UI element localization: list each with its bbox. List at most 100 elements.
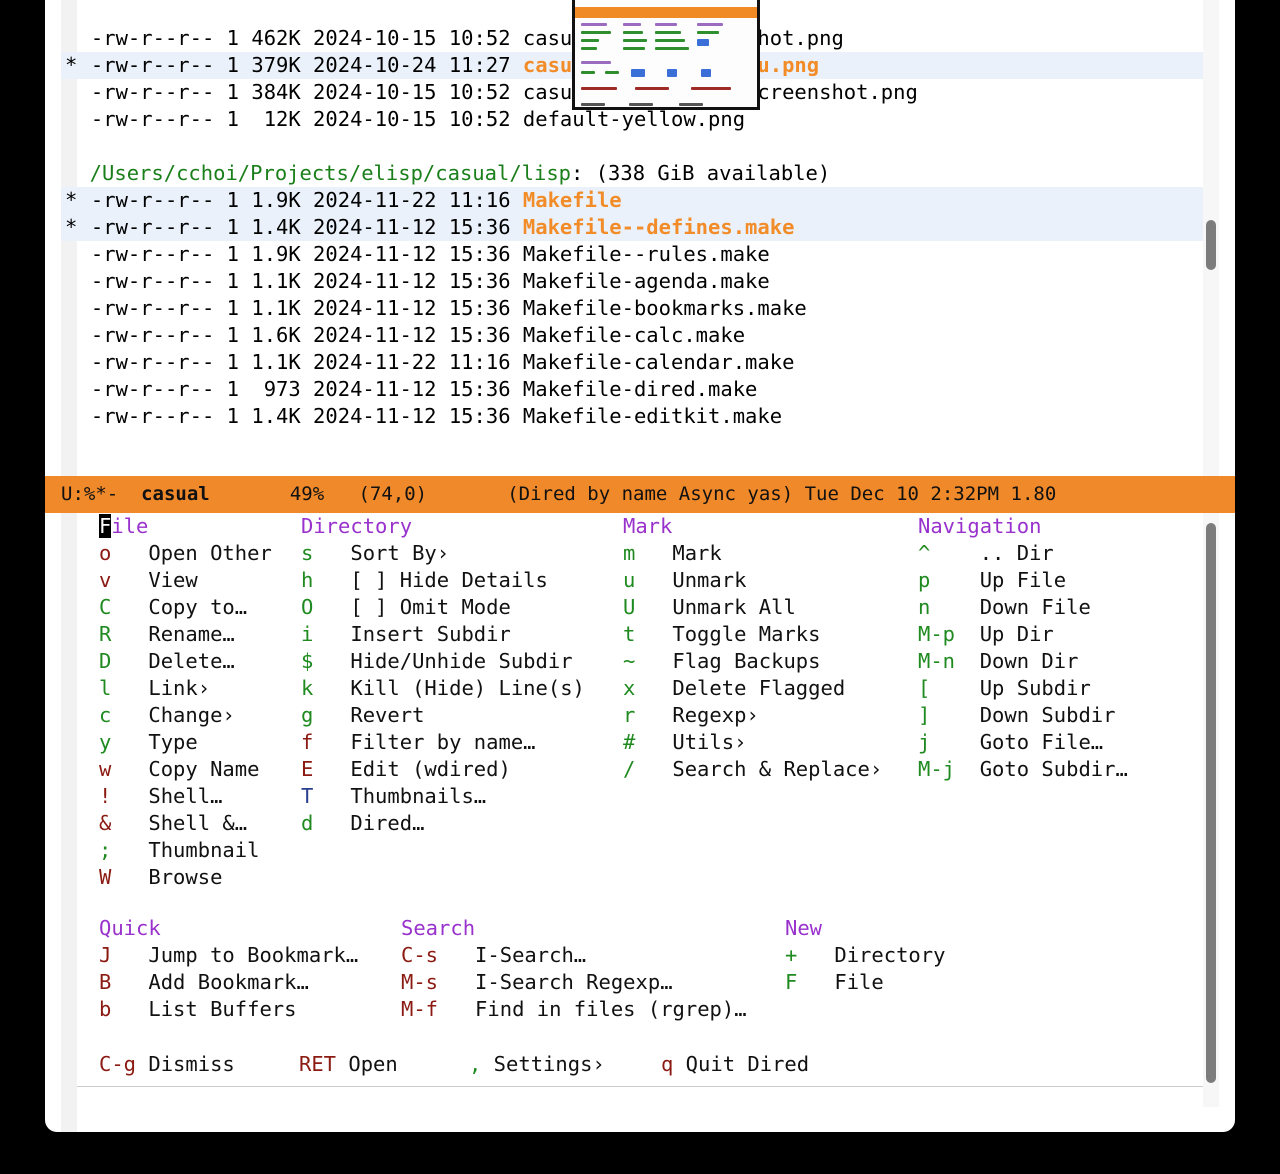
menu-item[interactable]: $ Hide/Unhide Subdir (301, 648, 573, 675)
dired-row[interactable]: -rw-r--r-- 1 1.1K 2024-11-12 15:36 Makef… (61, 295, 1219, 322)
menu-item[interactable]: t Toggle Marks (623, 621, 820, 648)
menu-item[interactable]: o Open Other (99, 540, 272, 567)
menu-item-key: ^ (918, 541, 968, 565)
dired-mark: * (65, 53, 78, 77)
menu-item[interactable]: n Down File (918, 594, 1091, 621)
menu-footer-item[interactable]: q Quit Dired (661, 1051, 809, 1078)
menu-item-key: M-s (401, 970, 463, 994)
dired-blank-line (61, 133, 1219, 160)
menu-item[interactable]: / Search & Replace› (623, 756, 882, 783)
menu-item[interactable]: M-s I-Search Regexp… (401, 969, 673, 996)
dired-file-name[interactable]: Makefile-calendar.make (523, 350, 795, 374)
menu-item[interactable]: M-n Down Dir (918, 648, 1078, 675)
menu-item[interactable]: W Browse (99, 864, 222, 891)
dired-file-name[interactable]: Makefile (523, 188, 622, 212)
menu-item[interactable]: U Unmark All (623, 594, 796, 621)
dired-scrollbar-track[interactable] (1203, 0, 1219, 476)
menu-item-label: Mark (660, 541, 722, 565)
menu-item[interactable]: ^ .. Dir (918, 540, 1054, 567)
menu-footer-item[interactable]: C-g Dismiss (99, 1051, 235, 1078)
menu-item-label: [ ] Hide Details (338, 568, 548, 592)
menu-item[interactable]: x Delete Flagged (623, 675, 845, 702)
menu-item[interactable]: u Unmark (623, 567, 746, 594)
menu-item[interactable]: R Rename… (99, 621, 235, 648)
dired-file-meta: -rw-r--r-- 1 1.9K 2024-11-22 11:16 (78, 188, 523, 212)
menu-item[interactable]: + Directory (785, 942, 945, 969)
menu-item[interactable]: ! Shell… (99, 783, 222, 810)
menu-footer-item[interactable]: , Settings› (469, 1051, 605, 1078)
dired-buffer[interactable]: -rw-r--r-- 1 462K 2024-10-15 10:52 casua… (61, 0, 1219, 498)
menu-item[interactable]: y Type (99, 729, 198, 756)
dired-row[interactable]: -rw-r--r-- 1 1.1K 2024-11-12 15:36 Makef… (61, 268, 1219, 295)
dired-mark (65, 349, 79, 376)
menu-item[interactable]: f Filter by name… (301, 729, 536, 756)
dired-row[interactable]: * -rw-r--r-- 1 1.4K 2024-11-12 15:36 Mak… (61, 214, 1219, 241)
menu-item[interactable]: v View (99, 567, 198, 594)
menu-item[interactable]: M-j Goto Subdir… (918, 756, 1128, 783)
menu-item-key: C (99, 595, 137, 619)
menu-item[interactable]: M-p Up Dir (918, 621, 1054, 648)
menu-item[interactable]: c Change› (99, 702, 235, 729)
menu-scrollbar-track[interactable] (1203, 513, 1219, 1107)
menu-item[interactable]: b List Buffers (99, 996, 296, 1023)
dired-scrollbar-thumb[interactable] (1206, 220, 1216, 270)
menu-item[interactable]: E Edit (wdired) (301, 756, 511, 783)
menu-item[interactable]: m Mark (623, 540, 722, 567)
menu-item[interactable]: d Dired… (301, 810, 424, 837)
menu-item-key: ; (99, 838, 137, 862)
dired-file-name[interactable]: Makefile-bookmarks.make (523, 296, 807, 320)
dired-row[interactable]: -rw-r--r-- 1 1.4K 2024-11-12 15:36 Makef… (61, 403, 1219, 430)
dired-row[interactable]: -rw-r--r-- 1 1.6K 2024-11-12 15:36 Makef… (61, 322, 1219, 349)
dired-row[interactable]: * -rw-r--r-- 1 1.9K 2024-11-22 11:16 Mak… (61, 187, 1219, 214)
dired-row[interactable]: -rw-r--r-- 1 1.9K 2024-11-12 15:36 Makef… (61, 241, 1219, 268)
transient-menu[interactable]: File o Open Other v View C Copy to… R Rename… (61, 513, 1219, 1132)
dired-file-name[interactable]: Makefile-agenda.make (523, 269, 770, 293)
menu-item[interactable]: & Shell &… (99, 810, 247, 837)
menu-item[interactable]: D Delete… (99, 648, 235, 675)
menu-item[interactable]: C-s I-Search… (401, 942, 586, 969)
dired-row[interactable]: -rw-r--r-- 1 1.1K 2024-11-22 11:16 Makef… (61, 349, 1219, 376)
dired-file-name[interactable]: Makefile--defines.make (523, 215, 795, 239)
menu-item-key: M-p (918, 622, 968, 646)
menu-item[interactable]: ~ Flag Backups (623, 648, 820, 675)
menu-item[interactable]: r Regexp› (623, 702, 759, 729)
menu-item[interactable]: j Goto File… (918, 729, 1103, 756)
dired-row[interactable]: -rw-r--r-- 1 973 2024-11-12 15:36 Makefi… (61, 376, 1219, 403)
menu-item[interactable]: B Add Bookmark… (99, 969, 309, 996)
menu-item[interactable]: # Utils› (623, 729, 746, 756)
dired-row[interactable]: -rw-r--r-- 1 12K 2024-10-15 10:52 defaul… (61, 106, 1219, 133)
menu-item[interactable]: g Revert (301, 702, 424, 729)
menu-item-label: File (822, 970, 884, 994)
menu-footer-item[interactable]: RET Open (299, 1051, 398, 1078)
modeline-modes: (Dired by name Async yas) Tue Dec 10 2:3… (507, 483, 1057, 505)
menu-footer-label: Dismiss (136, 1052, 235, 1076)
menu-item[interactable]: J Jump to Bookmark… (99, 942, 358, 969)
menu-item[interactable]: [ Up Subdir (918, 675, 1091, 702)
menu-item[interactable]: i Insert Subdir (301, 621, 511, 648)
menu-grid[interactable]: File o Open Other v View C Copy to… R Rename… (61, 513, 1219, 1107)
menu-item[interactable]: M-f Find in files (rgrep)… (401, 996, 747, 1023)
menu-item-key: o (99, 541, 137, 565)
dired-file-name[interactable]: Makefile--rules.make (523, 242, 770, 266)
menu-item[interactable]: T Thumbnails… (301, 783, 486, 810)
menu-item[interactable]: s Sort By› (301, 540, 449, 567)
dired-mark (65, 241, 79, 268)
dired-subdir-header[interactable]: /Users/cchoi/Projects/elisp/casual/lisp:… (61, 160, 1219, 187)
menu-scrollbar-thumb[interactable] (1206, 523, 1216, 1083)
dired-file-name[interactable]: default-yellow.png (523, 107, 745, 131)
menu-item[interactable]: C Copy to… (99, 594, 247, 621)
dired-mark: * (65, 188, 78, 212)
menu-item[interactable]: ; Thumbnail (99, 837, 259, 864)
menu-item[interactable]: p Up File (918, 567, 1066, 594)
menu-item[interactable]: h [ ] Hide Details (301, 567, 548, 594)
menu-item[interactable]: k Kill (Hide) Line(s) (301, 675, 585, 702)
menu-item[interactable]: O [ ] Omit Mode (301, 594, 511, 621)
menu-item[interactable]: l Link› (99, 675, 210, 702)
menu-item[interactable]: ] Down Subdir (918, 702, 1115, 729)
dired-file-name[interactable]: Makefile-editkit.make (523, 404, 782, 428)
dired-file-meta: -rw-r--r-- 1 384K 2024-10-15 10:52 (78, 80, 523, 104)
dired-file-name[interactable]: Makefile-calc.make (523, 323, 745, 347)
dired-file-name[interactable]: Makefile-dired.make (523, 377, 758, 401)
menu-item[interactable]: F File (785, 969, 884, 996)
menu-item[interactable]: w Copy Name (99, 756, 259, 783)
